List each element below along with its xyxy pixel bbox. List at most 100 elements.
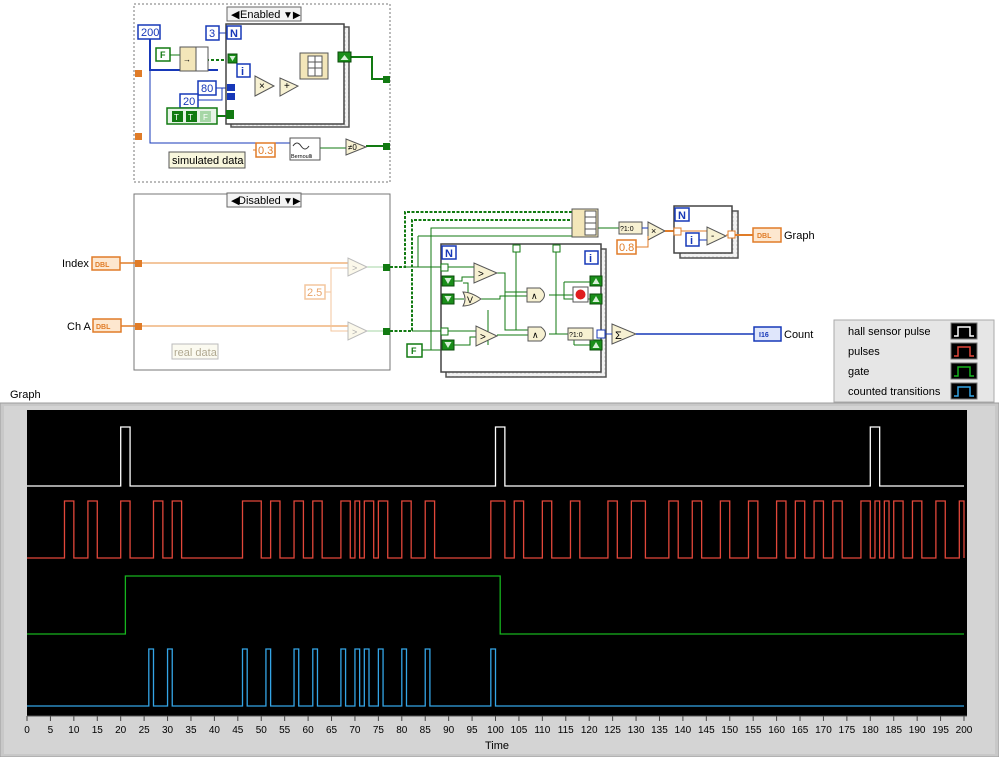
svg-text:?1:0: ?1:0 — [620, 226, 634, 233]
svg-text:DBL: DBL — [96, 324, 111, 331]
x-tick-label: 170 — [815, 725, 832, 736]
x-tick-label: 150 — [721, 725, 738, 736]
case-selector-simulated[interactable]: ◀ Enabled ▼▶ — [226, 6, 302, 22]
x-tick-label: 15 — [92, 725, 104, 736]
build-array-node[interactable] — [299, 52, 329, 80]
svg-text:Graph: Graph — [784, 230, 815, 242]
terminal-ch-a[interactable]: Ch A DBL — [67, 318, 135, 333]
x-tick-label: 60 — [303, 725, 315, 736]
svg-text:F: F — [411, 346, 417, 356]
for-loop-offset[interactable]: N i - — [673, 205, 739, 259]
x-tick-label: 35 — [185, 725, 197, 736]
loop-count-terminal: N — [441, 245, 457, 260]
multiply-node-scale[interactable]: × — [647, 221, 667, 241]
svg-text:+: + — [284, 81, 290, 92]
svg-text:×: × — [259, 81, 265, 92]
constant-2.5[interactable]: 2.5 — [304, 284, 326, 300]
svg-text:0.8: 0.8 — [619, 242, 634, 254]
x-axis-label: Time — [485, 740, 509, 752]
x-tick-label: 90 — [443, 725, 455, 736]
bernoulli-noise-node[interactable]: Bernoulli — [289, 137, 321, 161]
graph-title: Graph — [10, 389, 41, 401]
x-tick-label: 115 — [558, 725, 574, 736]
boolean-array-constant[interactable]: T T F — [166, 107, 218, 125]
x-tick-label: 110 — [534, 725, 550, 736]
loop-iteration-terminal: i — [584, 250, 599, 265]
x-tick-label: 130 — [628, 725, 645, 736]
svg-text:DBL: DBL — [95, 262, 110, 269]
case-tunnel — [135, 260, 142, 267]
constant-0.8[interactable]: 0.8 — [616, 239, 637, 255]
svg-text:200: 200 — [141, 27, 159, 39]
case-structure-simulated[interactable]: ◀ Enabled ▼▶ 200 F → 3 N i × + 80 20 T T… — [133, 3, 391, 183]
svg-text:◀: ◀ — [231, 9, 240, 21]
terminal-graph[interactable]: DBL Graph — [752, 227, 815, 243]
plot-legend[interactable]: hall sensor pulse pulses gate counted trans… — [833, 319, 995, 403]
label-real-data: real data — [171, 343, 219, 360]
case-tunnel — [383, 328, 390, 335]
svg-text:N: N — [678, 210, 686, 222]
while-loop[interactable]: N i > V ∧ > ∧ ?1:0 — [440, 243, 607, 378]
x-tick-label: 185 — [885, 725, 902, 736]
svg-text:0.3: 0.3 — [258, 145, 273, 157]
svg-text:T: T — [174, 113, 179, 122]
legend-label: counted transitions — [848, 386, 941, 398]
svg-text:Σ: Σ — [615, 330, 622, 342]
x-tick-label: 85 — [420, 725, 432, 736]
x-tick-label: 180 — [862, 725, 879, 736]
x-tick-label: 5 — [48, 725, 54, 736]
case-tunnel — [135, 133, 142, 140]
sum-node[interactable]: Σ — [611, 323, 638, 345]
and-node-1[interactable]: ∧ — [526, 287, 545, 303]
case-selector-label-simulated: Enabled — [240, 9, 280, 21]
constant-false-bottom[interactable]: F — [406, 343, 423, 358]
label-simulated-data: simulated data — [168, 151, 246, 169]
x-tick-label: 195 — [932, 725, 949, 736]
bool-to-int-node-loop[interactable]: ?1:0 — [567, 327, 594, 341]
case-selector-label-real: Disabled — [238, 195, 281, 207]
x-tick-label: 155 — [745, 725, 762, 736]
case-tunnel — [383, 143, 390, 150]
x-tick-label: 10 — [68, 725, 80, 736]
x-tick-label: 120 — [581, 725, 598, 736]
svg-text:i: i — [690, 235, 693, 247]
x-tick-label: 95 — [467, 725, 479, 736]
svg-text:▼▶: ▼▶ — [283, 196, 301, 207]
stop-condition[interactable] — [572, 286, 589, 303]
loop-iteration-terminal: i — [685, 232, 700, 247]
constant-200[interactable]: 200 — [137, 24, 161, 40]
svg-text:>: > — [352, 327, 357, 337]
x-tick-label: 0 — [24, 725, 30, 736]
bool-to-int-node-array[interactable]: ?1:0 — [618, 221, 643, 235]
svg-text:F: F — [160, 50, 166, 60]
x-tick-label: 145 — [698, 725, 715, 736]
x-tick-label: 190 — [909, 725, 926, 736]
x-tick-label: 20 — [115, 725, 127, 736]
x-tick-label: 70 — [349, 725, 361, 736]
svg-text:>: > — [480, 332, 486, 343]
legend-label: gate — [848, 366, 869, 378]
terminal-count[interactable]: I16 Count — [753, 326, 813, 342]
x-tick-label: 80 — [396, 725, 408, 736]
x-tick-label: 100 — [487, 725, 504, 736]
svg-text:-: - — [711, 231, 714, 242]
array-function-node[interactable]: → — [179, 46, 209, 72]
for-loop-simulated[interactable]: N i × + — [225, 23, 352, 128]
terminal-index[interactable]: Index DBL — [62, 256, 135, 271]
case-selector-real[interactable]: ◀ Disabled ▼▶ — [226, 192, 302, 208]
svg-text:∧: ∧ — [531, 291, 538, 301]
constant-20[interactable]: 20 — [179, 93, 199, 109]
constant-80[interactable]: 80 — [197, 80, 217, 96]
constant-3[interactable]: 3 — [205, 25, 220, 41]
loop-iteration-terminal: i — [236, 63, 251, 78]
x-tick-label: 55 — [279, 725, 291, 736]
svg-text:real data: real data — [174, 347, 218, 359]
svg-text:DBL: DBL — [757, 233, 772, 240]
svg-text:80: 80 — [201, 83, 213, 95]
constant-false-top[interactable]: F — [155, 47, 171, 62]
build-array-bool[interactable] — [571, 208, 599, 238]
and-node-2[interactable]: ∧ — [527, 326, 546, 342]
case-structure-real[interactable]: ◀ Disabled ▼▶ > > 2.5 real data — [133, 192, 391, 371]
constant-0.3[interactable]: 0.3 — [255, 142, 276, 158]
case-tunnel — [383, 264, 390, 271]
